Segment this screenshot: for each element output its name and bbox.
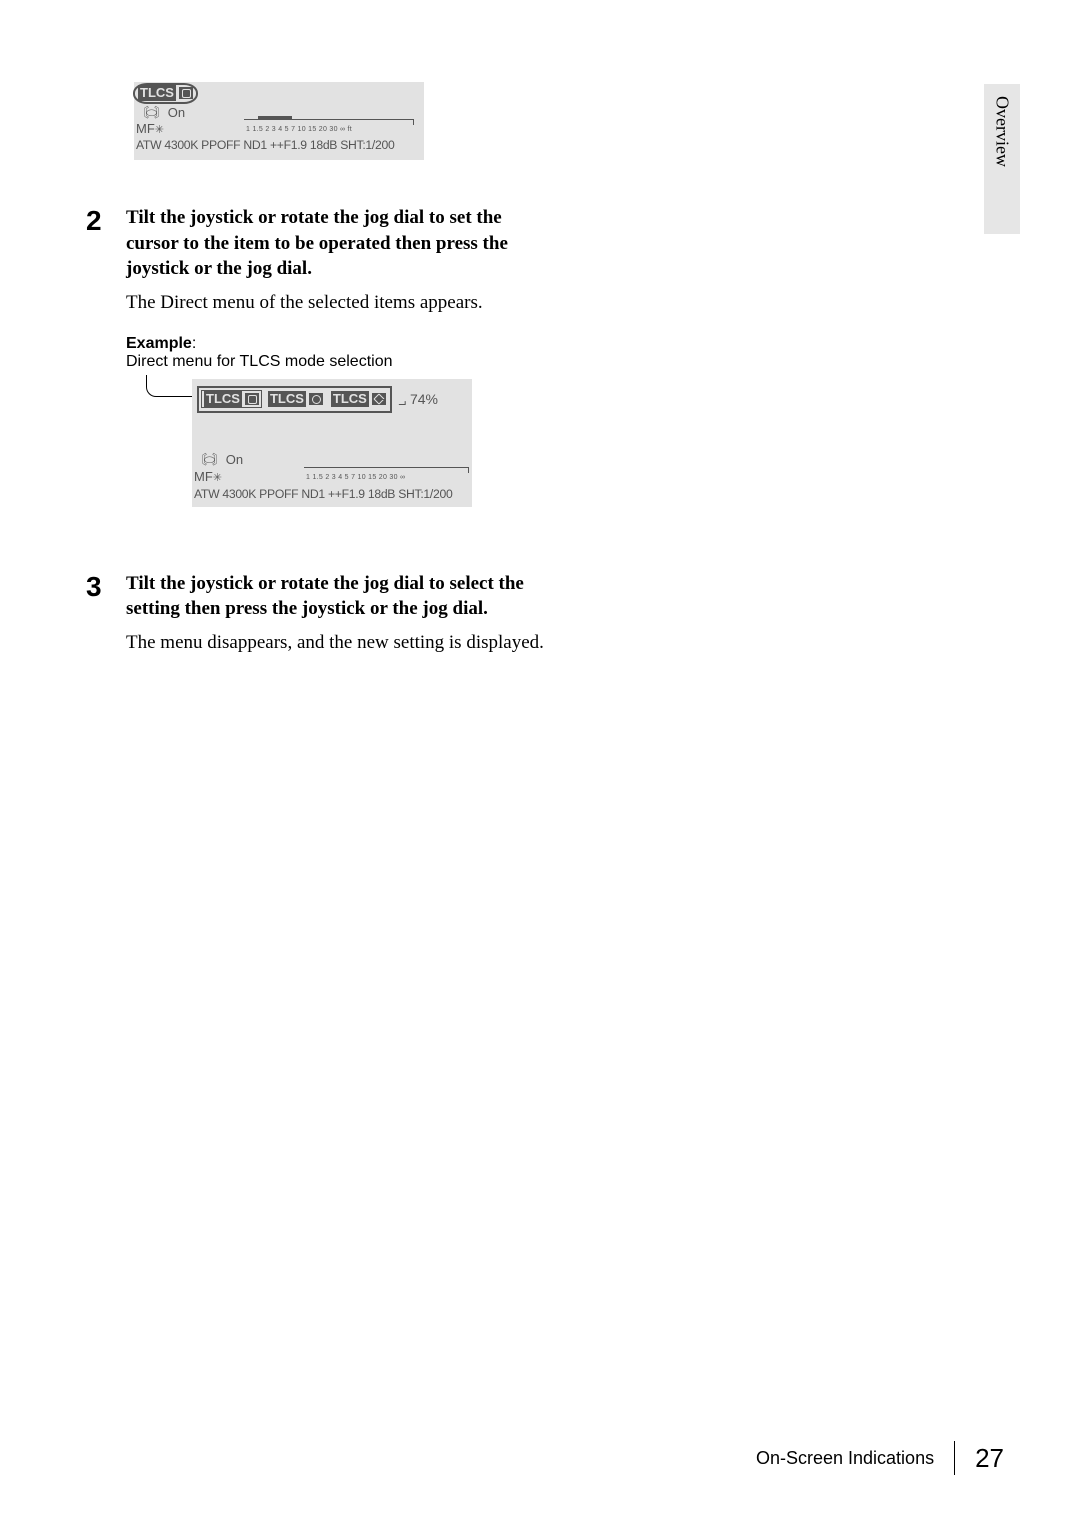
- scale-tick-labels: 1 1.5 2 3 4 5 7 10 15 20 30 ∞ ft: [246, 126, 422, 133]
- example-text: Direct menu for TLCS mode selection: [126, 353, 556, 371]
- tlcs-menu-column: TLCS TLCS TLCS: [197, 386, 392, 413]
- scale-tick-labels-2: 1 1.5 2 3 4 5 7 10 15 20 30 ∞: [306, 474, 472, 481]
- focus-mf-2: MF✳: [194, 470, 222, 485]
- tlcs-mode-icon-1: [245, 393, 259, 405]
- steadyshot-on: 〘⬭〙 On: [136, 106, 185, 120]
- tlcs-label: TLCS: [138, 85, 176, 101]
- snowflake-icon-2: ✳: [213, 472, 222, 484]
- page-footer: On-Screen Indications 27: [756, 1441, 1004, 1475]
- tlcs-option-1: TLCS: [201, 390, 262, 408]
- tlcs-capsule-selected: TLCS: [133, 83, 198, 104]
- tlcs-mode-icon: [179, 87, 193, 99]
- status-line: ATW 4300K PPOFF ND1 ++F1.9 18dB SHT:1/20…: [136, 138, 394, 152]
- diagram-2-screen: TLCS TLCS TLCS ⌐ ⌐ 74% 〘⬭〙: [192, 379, 472, 507]
- tlcs-mode-icon-2: [309, 393, 323, 405]
- example-colon: :: [192, 335, 196, 352]
- step-number-3: 3: [86, 571, 126, 675]
- step-2: 2 Tilt the joystick or rotate the jog di…: [86, 205, 556, 547]
- focus-mf: MF✳: [136, 122, 164, 137]
- pointer-line: [146, 375, 194, 397]
- tlcs-label-3: TLCS: [331, 391, 369, 407]
- tlcs-label-1: TLCS: [204, 391, 242, 407]
- mf-label: MF: [136, 121, 155, 136]
- snowflake-icon: ✳: [155, 124, 164, 136]
- example-label: Example: [126, 335, 192, 352]
- footer-section-title: On-Screen Indications: [756, 1448, 934, 1469]
- percent-value: 74%: [410, 391, 438, 407]
- bracket-l: ⌐: [378, 391, 386, 407]
- steady-icon: 〘⬭〙: [136, 105, 164, 120]
- step-3-desc: The menu disappears, and the new setting…: [126, 630, 556, 657]
- scale-marker: [258, 116, 292, 120]
- step-2-title: Tilt the joystick or rotate the jog dial…: [126, 205, 556, 282]
- steady-on-label-2: On: [226, 452, 243, 467]
- step-number-2: 2: [86, 205, 126, 547]
- footer-divider: [954, 1441, 955, 1475]
- example-row: Example:: [126, 335, 556, 353]
- side-tab-label: Overview: [992, 96, 1013, 167]
- mf-label-2: MF: [194, 469, 213, 484]
- steady-on-label: On: [168, 105, 185, 120]
- page-content: TLCS 〘⬭〙 On MF✳ 1 1.5 2 3 4 5 7 10 15 20…: [86, 82, 556, 698]
- status-line-2: ATW 4300K PPOFF ND1 ++F1.9 18dB SHT:1/20…: [194, 487, 452, 501]
- step-3-title: Tilt the joystick or rotate the jog dial…: [126, 571, 556, 622]
- tlcs-label-2: TLCS: [268, 391, 306, 407]
- step-3-body: Tilt the joystick or rotate the jog dial…: [126, 571, 556, 675]
- focus-scale: [244, 119, 414, 125]
- focus-scale-2: [304, 467, 469, 473]
- side-tab: Overview: [984, 84, 1020, 234]
- steadyshot-on-2: 〘⬭〙 On: [194, 453, 243, 467]
- step-2-body: Tilt the joystick or rotate the jog dial…: [126, 205, 556, 547]
- step-2-desc: The Direct menu of the selected items ap…: [126, 290, 556, 317]
- steady-icon-2: 〘⬭〙: [194, 452, 222, 467]
- bracket-r: ⌐: [398, 397, 406, 413]
- diagram-1-screen: TLCS 〘⬭〙 On MF✳ 1 1.5 2 3 4 5 7 10 15 20…: [134, 82, 424, 160]
- step-3: 3 Tilt the joystick or rotate the jog di…: [86, 571, 556, 675]
- tlcs-option-2: TLCS: [266, 391, 325, 407]
- footer-page-number: 27: [975, 1443, 1004, 1474]
